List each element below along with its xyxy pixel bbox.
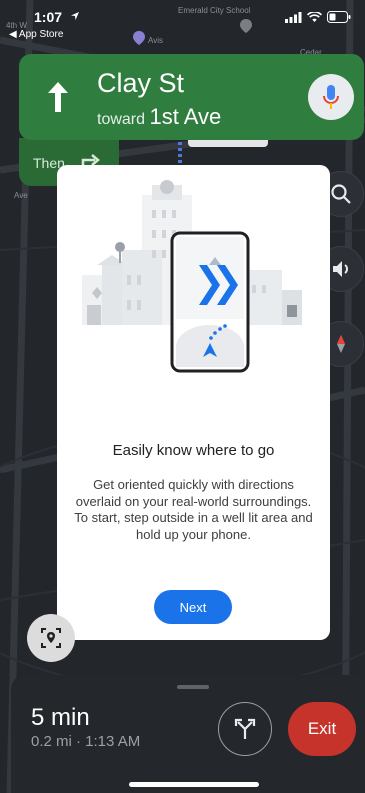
back-to-app-store[interactable]: ◀ App Store [9,29,63,40]
battery-icon [327,11,351,23]
voice-search-button[interactable] [308,74,354,120]
live-view-illustration [82,180,302,373]
map-label-ave: Ave [14,191,28,200]
microphone-icon [323,85,339,109]
live-view-icon [41,628,61,648]
signal-icon [285,11,302,23]
compass-icon [337,335,345,353]
fork-route-icon [234,718,256,739]
eta-detail: 0.2 mi · 1:13 AM [31,733,141,750]
location-arrow-icon [71,12,79,20]
live-view-button[interactable] [27,614,75,662]
status-icons [285,11,351,23]
status-time: 1:07 [34,9,63,25]
wifi-icon [307,11,322,22]
home-indicator[interactable] [129,782,259,787]
nav-toward-street: 1st Ave [149,104,222,129]
next-button[interactable]: Next [154,590,232,624]
search-icon [331,184,351,204]
sheet-handle[interactable] [177,685,209,689]
navigation-header[interactable]: Clay St toward 1st Ave [19,54,364,140]
trip-bottom-sheet[interactable]: 5 min 0.2 mi · 1:13 AM Exit [11,675,365,793]
nav-toward: toward 1st Ave [97,104,222,129]
straight-arrow-icon [48,82,68,112]
status-bar: 1:07 ◀ App Store [0,0,365,44]
live-view-intro-dialog: Easily know where to go Get oriented qui… [57,165,330,640]
dialog-title: Easily know where to go [112,442,275,459]
eta-time: 5 min [31,704,90,731]
exit-navigation-button[interactable]: Exit [288,702,356,756]
dialog-body: Get oriented quickly with directions ove… [74,477,313,542]
nav-street: Clay St [97,68,185,98]
speaker-icon [333,261,348,277]
alternate-routes-button[interactable] [218,702,272,756]
